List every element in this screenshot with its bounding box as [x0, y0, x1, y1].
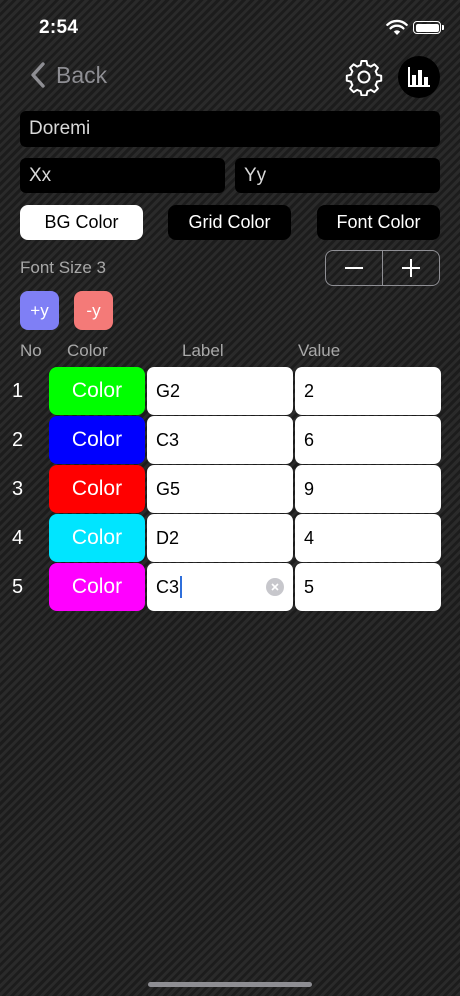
chart-button[interactable]: [398, 56, 440, 98]
table-row: 4 Color D2 4: [0, 514, 460, 562]
back-button[interactable]: Back: [30, 60, 107, 90]
home-indicator: [148, 982, 312, 987]
font-size-label: Font Size 3: [20, 258, 106, 277]
row-number: 4: [12, 527, 24, 549]
row-value-input[interactable]: 9: [295, 465, 441, 513]
table-row: 5 Color C3 5: [0, 563, 460, 611]
row-color-button[interactable]: Color: [49, 514, 145, 562]
gear-icon[interactable]: [345, 58, 383, 96]
row-color-button[interactable]: Color: [49, 563, 145, 611]
row-label-input[interactable]: G2: [147, 367, 293, 415]
bg-color-button[interactable]: BG Color: [20, 205, 143, 240]
battery-icon: [413, 21, 444, 34]
decrement-button[interactable]: [326, 251, 382, 285]
row-number: 1: [12, 380, 24, 402]
text-cursor: [180, 576, 183, 598]
row-label-input[interactable]: C3: [147, 416, 293, 464]
add-row-button[interactable]: +y: [20, 291, 59, 330]
bar-chart-icon: [408, 67, 430, 87]
row-label-text: C3: [156, 576, 180, 597]
row-value-input[interactable]: 4: [295, 514, 441, 562]
header-color: Color: [67, 341, 108, 360]
header-no: No: [20, 341, 42, 360]
clear-text-icon[interactable]: [266, 578, 284, 596]
row-number: 5: [12, 576, 24, 598]
chevron-left-icon: [31, 62, 45, 88]
chart-title-input[interactable]: Doremi: [20, 111, 440, 147]
header-value: Value: [298, 341, 341, 360]
row-value-input[interactable]: 6: [295, 416, 441, 464]
minus-icon: [345, 267, 363, 269]
row-label-input-focused[interactable]: C3: [147, 563, 293, 611]
wifi-icon: [386, 19, 408, 35]
status-time: 2:54: [39, 17, 79, 38]
row-value-input[interactable]: 5: [295, 563, 441, 611]
row-label-input[interactable]: D2: [147, 514, 293, 562]
row-color-button[interactable]: Color: [49, 367, 145, 415]
row-color-button[interactable]: Color: [49, 416, 145, 464]
font-size-stepper: [325, 250, 440, 286]
header-label: Label: [182, 341, 224, 360]
row-color-button[interactable]: Color: [49, 465, 145, 513]
table-row: 3 Color G5 9: [0, 465, 460, 513]
row-value-input[interactable]: 2: [295, 367, 441, 415]
table-row: 2 Color C3 6: [0, 416, 460, 464]
back-label: Back: [56, 61, 108, 88]
grid-color-button[interactable]: Grid Color: [168, 205, 291, 240]
remove-row-button[interactable]: -y: [74, 291, 113, 330]
y-axis-label-input[interactable]: Yy: [235, 158, 440, 193]
row-label-input[interactable]: G5: [147, 465, 293, 513]
table-row: 1 Color G2 2: [0, 367, 460, 415]
plus-icon: [402, 259, 420, 277]
status-bar: 2:54: [0, 0, 460, 52]
increment-button[interactable]: [383, 251, 439, 285]
x-axis-label-input[interactable]: Xx: [20, 158, 225, 193]
font-color-button[interactable]: Font Color: [317, 205, 440, 240]
row-number: 3: [12, 478, 24, 500]
row-number: 2: [12, 429, 24, 451]
